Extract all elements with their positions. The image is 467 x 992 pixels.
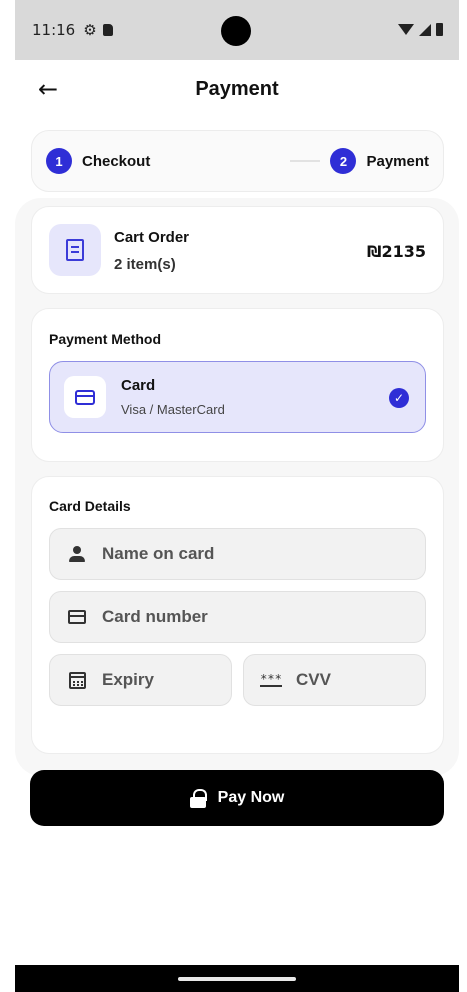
step-label: Checkout: [82, 152, 151, 170]
cart-total-price: ₪2135: [367, 242, 426, 261]
camera-cutout: [221, 16, 251, 46]
signal-icon: [419, 23, 431, 36]
checkout-stepper: 1 Checkout 2 Payment: [31, 130, 444, 192]
cart-item-count: 2 item(s): [114, 256, 176, 273]
payment-option-card[interactable]: Card Visa / MasterCard ✓: [49, 361, 426, 433]
gear-icon: ⚙: [83, 22, 97, 39]
step-number: 1: [46, 148, 72, 174]
step-number: 2: [330, 148, 357, 174]
method-icon-container: [64, 376, 106, 418]
page-title: Payment: [195, 78, 279, 100]
check-circle-icon: ✓: [389, 388, 409, 408]
name-on-card-placeholder: Name on card: [102, 544, 215, 563]
battery-icon: [436, 23, 443, 36]
payment-method-title: Payment Method: [49, 331, 162, 347]
home-indicator[interactable]: [178, 977, 296, 981]
name-on-card-field[interactable]: Name on card: [49, 528, 426, 580]
cart-order-title: Cart Order: [114, 229, 190, 246]
payment-option-sublabel: Visa / MasterCard: [121, 402, 225, 417]
card-number-field[interactable]: Card number: [49, 591, 426, 643]
cart-icon-container: [49, 224, 101, 276]
expiry-placeholder: Expiry: [102, 670, 154, 689]
credit-card-icon: [75, 389, 95, 405]
card-details-card: Card Details Name on card Card number Ex…: [31, 476, 444, 754]
cvv-field[interactable]: *** CVV: [243, 654, 426, 706]
person-icon: [66, 546, 88, 562]
expiry-field[interactable]: Expiry: [49, 654, 232, 706]
card-number-placeholder: Card number: [102, 607, 208, 626]
phone-screen: 11:16 ⚙ ← Payment 1 Checkout 2 Payment C…: [15, 0, 459, 992]
status-bar: 11:16 ⚙: [15, 0, 459, 60]
password-icon: ***: [260, 671, 282, 687]
receipt-icon: [66, 239, 84, 261]
pay-now-label: Pay Now: [217, 789, 285, 806]
pay-now-button[interactable]: Pay Now: [30, 770, 444, 826]
wifi-icon: [398, 24, 414, 35]
sd-card-icon: [102, 24, 113, 36]
app-header: ← Payment: [15, 64, 459, 116]
payment-method-card: Payment Method Card Visa / MasterCard ✓: [31, 308, 444, 462]
system-nav-bar: [15, 965, 459, 992]
payment-option-label: Card: [121, 377, 156, 394]
card-details-title: Card Details: [49, 498, 131, 514]
calendar-icon: [66, 671, 88, 689]
step-payment: 2 Payment: [330, 148, 429, 174]
cart-order-card: Cart Order 2 item(s) ₪2135: [31, 206, 444, 294]
step-checkout: 1 Checkout: [46, 148, 150, 174]
lock-icon: [189, 788, 207, 808]
credit-card-icon: [66, 610, 88, 624]
step-connector: [290, 160, 321, 162]
status-icons: [398, 23, 443, 36]
status-time: 11:16: [32, 21, 76, 39]
cvv-placeholder: CVV: [296, 670, 331, 689]
step-label: Payment: [366, 152, 429, 170]
